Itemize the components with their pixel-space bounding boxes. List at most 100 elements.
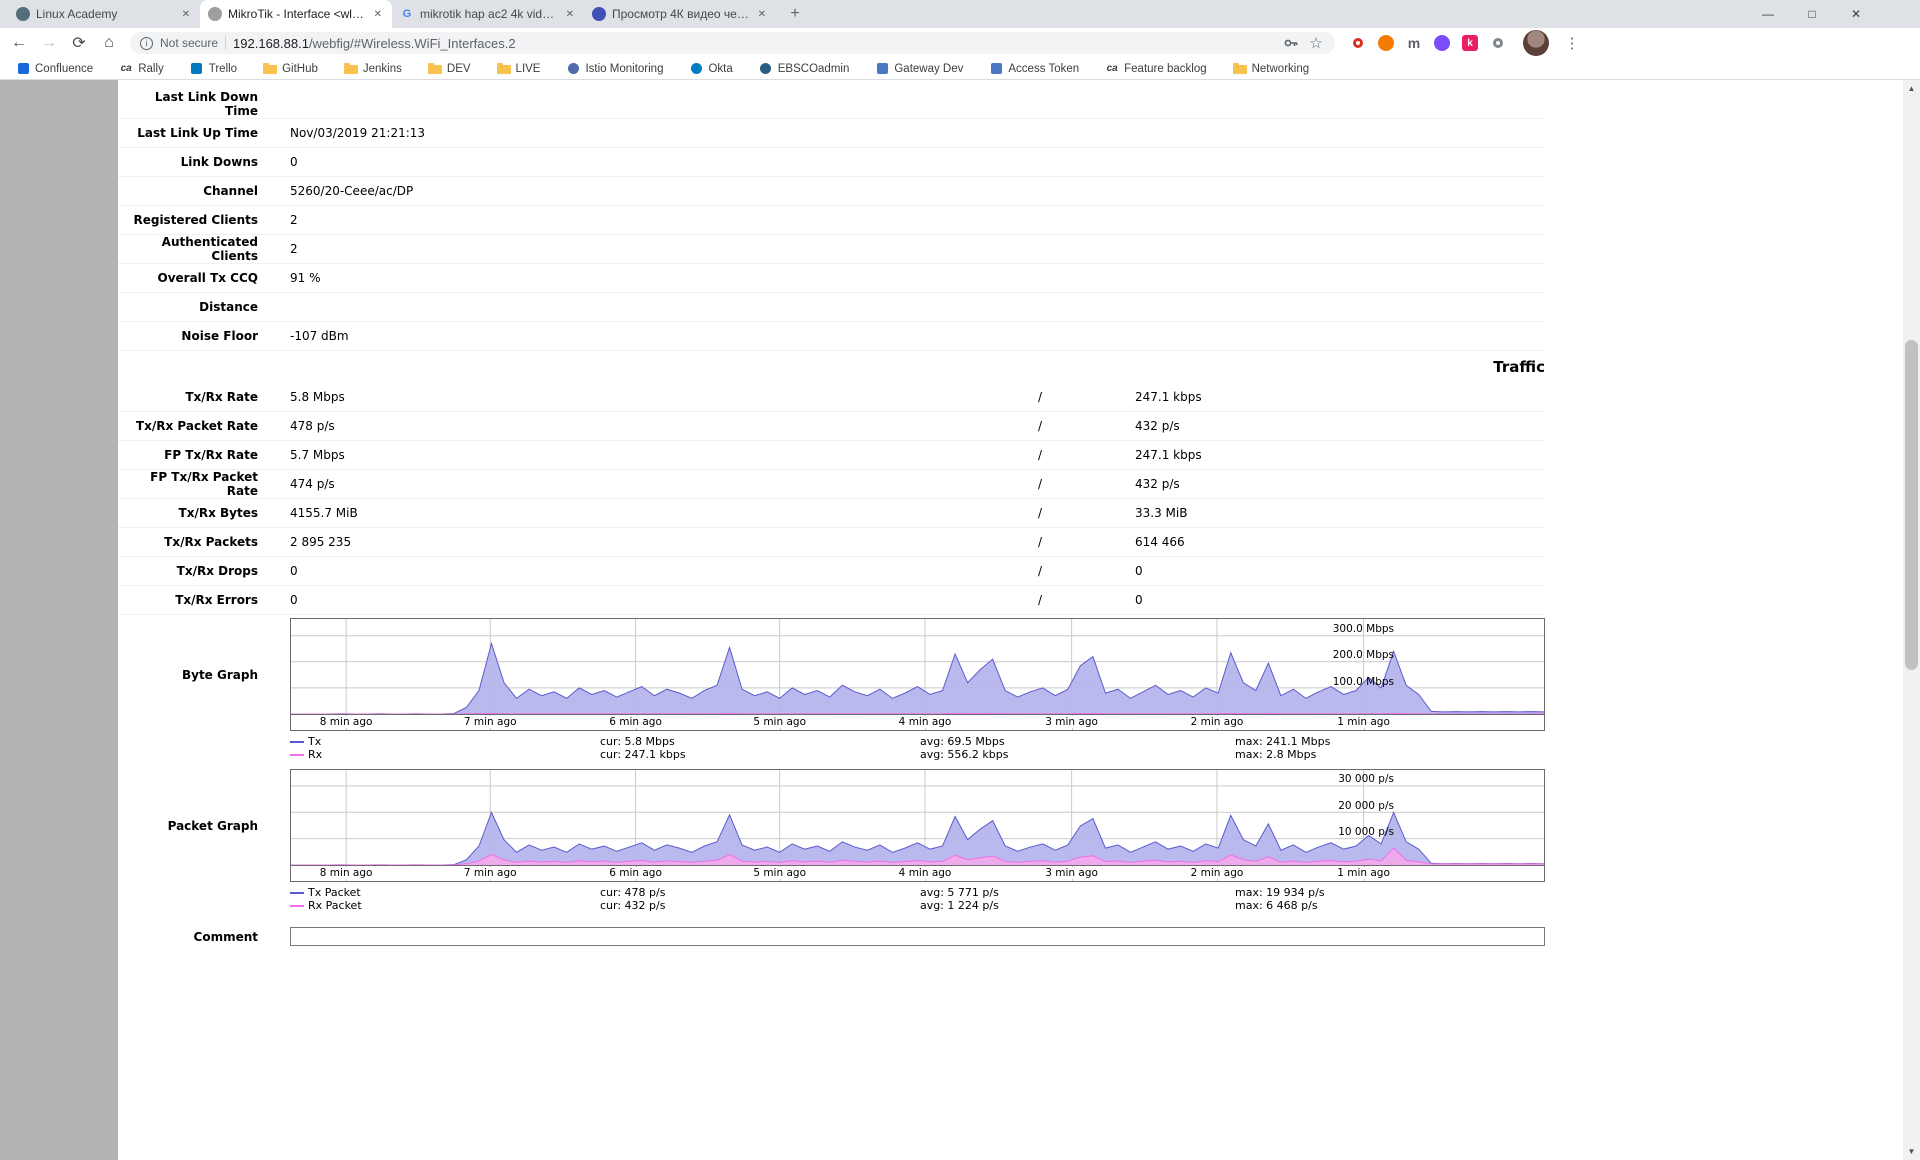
rx-value: 0 bbox=[1135, 564, 1143, 578]
bookmark-item[interactable]: DEV bbox=[428, 62, 471, 76]
address-bar[interactable]: i Not secure 192.168.88.1/webfig/#Wirele… bbox=[130, 32, 1335, 54]
extension-icon[interactable]: k bbox=[1461, 34, 1479, 52]
browser-tab-dlna-video[interactable]: Просмотр 4К видео через DLN... ✕ bbox=[584, 0, 776, 28]
url-path: /webfig/#Wireless.WiFi_Interfaces.2 bbox=[309, 36, 516, 51]
bookmark-item[interactable]: Networking bbox=[1233, 62, 1310, 76]
traffic-row: Tx/Rx Drops 0 / 0 bbox=[118, 557, 1545, 586]
traffic-row: Tx/Rx Packet Rate 478 p/s / 432 p/s bbox=[118, 412, 1545, 441]
property-label: Link Downs bbox=[118, 155, 258, 169]
bookmark-item[interactable]: caRally bbox=[119, 62, 164, 76]
bookmark-item[interactable]: Okta bbox=[689, 62, 732, 76]
x-axis-label: 4 min ago bbox=[896, 867, 955, 879]
tx-value: 0 bbox=[290, 593, 1038, 607]
tab-favicon: G bbox=[400, 7, 414, 21]
browser-tab-mikrotik[interactable]: MikroTik - Interface <wlan2> at ... ✕ bbox=[200, 0, 392, 28]
byte-graph: 300.0 Mbps200.0 Mbps100.0 Mbps 8 min ago… bbox=[290, 618, 1545, 731]
legend-max: max: 6 468 p/s bbox=[1235, 900, 1318, 912]
tab-close-icon[interactable]: ✕ bbox=[372, 7, 384, 22]
comment-input[interactable] bbox=[290, 927, 1545, 946]
x-axis-label: 6 min ago bbox=[606, 867, 665, 879]
window-close-button[interactable]: ✕ bbox=[1834, 0, 1878, 28]
browser-tab-linux-academy[interactable]: Linux Academy ✕ bbox=[8, 0, 200, 28]
property-row: Overall Tx CCQ 91 % bbox=[118, 264, 1545, 293]
x-axis-label: 1 min ago bbox=[1334, 716, 1393, 728]
traffic-row: FP Tx/Rx Packet Rate 474 p/s / 432 p/s bbox=[118, 470, 1545, 499]
folder-icon bbox=[344, 62, 358, 76]
page-content: Last Link Down Time Last Link Up Time No… bbox=[0, 80, 1920, 1160]
property-row: Distance bbox=[118, 293, 1545, 322]
bookmark-item[interactable]: GitHub bbox=[263, 62, 318, 76]
y-axis-label: 300.0 Mbps bbox=[1333, 623, 1394, 636]
bookmark-item[interactable]: Gateway Dev bbox=[875, 62, 963, 76]
slash-separator: / bbox=[1038, 506, 1046, 520]
legend-series-name: Rx Packet bbox=[308, 900, 362, 912]
favicon bbox=[689, 62, 703, 76]
byte-graph-row: Byte Graph 300.0 Mbps200.0 Mbps100.0 Mbp… bbox=[118, 618, 1545, 731]
maximize-button[interactable]: □ bbox=[1790, 0, 1834, 28]
bookmark-item[interactable]: EBSCOadmin bbox=[759, 62, 850, 76]
bookmark-item[interactable]: Trello bbox=[190, 62, 237, 76]
password-key-icon[interactable] bbox=[1282, 34, 1300, 52]
property-value: 2 bbox=[290, 213, 298, 227]
x-axis-label: 1 min ago bbox=[1334, 867, 1393, 879]
bookmark-label: GitHub bbox=[282, 63, 318, 75]
packet-graph-legend: Tx Packet cur: 478 p/s avg: 5 771 p/s ma… bbox=[290, 887, 1545, 912]
byte-graph-legend: Tx cur: 5.8 Mbps avg: 69.5 Mbps max: 241… bbox=[290, 736, 1545, 761]
scroll-up-button[interactable]: ▲ bbox=[1903, 80, 1920, 97]
extension-icon[interactable] bbox=[1489, 34, 1507, 52]
folder-icon bbox=[428, 62, 442, 76]
rx-value: 432 p/s bbox=[1135, 477, 1180, 491]
traffic-row: Tx/Rx Errors 0 / 0 bbox=[118, 586, 1545, 615]
extension-icon[interactable] bbox=[1349, 34, 1367, 52]
scrollbar-thumb[interactable] bbox=[1905, 340, 1918, 670]
tab-favicon bbox=[16, 7, 30, 21]
tab-favicon bbox=[208, 7, 222, 21]
tab-close-icon[interactable]: ✕ bbox=[564, 7, 576, 22]
property-label: Tx/Rx Rate bbox=[118, 390, 258, 404]
legend-max: max: 241.1 Mbps bbox=[1235, 736, 1330, 748]
traffic-section: Traffic bbox=[118, 351, 1545, 383]
bookmark-star-icon[interactable]: ☆ bbox=[1307, 34, 1325, 52]
extension-icon[interactable]: m bbox=[1405, 34, 1423, 52]
legend-cur: cur: 478 p/s bbox=[600, 887, 920, 899]
x-axis-label: 5 min ago bbox=[750, 716, 809, 728]
comment-row: Comment bbox=[118, 922, 1545, 951]
property-label: Tx/Rx Errors bbox=[118, 593, 258, 607]
rx-value: 247.1 kbps bbox=[1135, 448, 1202, 462]
extension-icon[interactable] bbox=[1377, 34, 1395, 52]
browser-menu-icon[interactable]: ⋮ bbox=[1563, 34, 1581, 52]
extension-icon[interactable] bbox=[1433, 34, 1451, 52]
browser-tab-google-search[interactable]: G mikrotik hap ac2 4k video - Goo... ✕ bbox=[392, 0, 584, 28]
y-axis-label: 30 000 p/s bbox=[1338, 773, 1394, 786]
scroll-down-button[interactable]: ▼ bbox=[1903, 1143, 1920, 1160]
tab-title: mikrotik hap ac2 4k video - Goo... bbox=[420, 7, 558, 21]
legend-cur: cur: 432 p/s bbox=[600, 900, 920, 912]
tab-close-icon[interactable]: ✕ bbox=[756, 7, 768, 22]
url-field[interactable]: 192.168.88.1/webfig/#Wireless.WiFi_Inter… bbox=[233, 36, 1275, 51]
home-button[interactable]: ⌂ bbox=[96, 30, 122, 56]
scrollbar[interactable]: ▲ ▼ bbox=[1903, 80, 1920, 1160]
bookmark-item[interactable]: Jenkins bbox=[344, 62, 402, 76]
profile-avatar[interactable] bbox=[1523, 30, 1549, 56]
new-tab-button[interactable]: + bbox=[782, 2, 808, 26]
browser-toolbar: ← → ⟳ ⌂ i Not secure 192.168.88.1/webfig… bbox=[0, 28, 1920, 58]
bookmark-label: Rally bbox=[138, 63, 164, 75]
packet-graph-row: Packet Graph 30 000 p/s20 000 p/s10 000 … bbox=[118, 769, 1545, 882]
tab-close-icon[interactable]: ✕ bbox=[180, 7, 192, 22]
back-button[interactable]: ← bbox=[6, 30, 32, 56]
bookmark-label: DEV bbox=[447, 63, 471, 75]
forward-button[interactable]: → bbox=[36, 30, 62, 56]
property-label: Distance bbox=[118, 300, 258, 314]
site-info-icon[interactable]: i bbox=[140, 37, 153, 50]
minimize-button[interactable]: — bbox=[1746, 0, 1790, 28]
reload-button[interactable]: ⟳ bbox=[66, 30, 92, 56]
bookmark-item[interactable]: LIVE bbox=[497, 62, 541, 76]
bookmark-item[interactable]: Confluence bbox=[16, 62, 93, 76]
property-label: Tx/Rx Bytes bbox=[118, 506, 258, 520]
bookmark-item[interactable]: caFeature backlog bbox=[1105, 62, 1206, 76]
traffic-section-title: Traffic bbox=[118, 358, 1545, 376]
property-row: Registered Clients 2 bbox=[118, 206, 1545, 235]
bookmark-item[interactable]: Istio Monitoring bbox=[566, 62, 663, 76]
legend-max: max: 2.8 Mbps bbox=[1235, 749, 1316, 761]
bookmark-item[interactable]: Access Token bbox=[989, 62, 1079, 76]
